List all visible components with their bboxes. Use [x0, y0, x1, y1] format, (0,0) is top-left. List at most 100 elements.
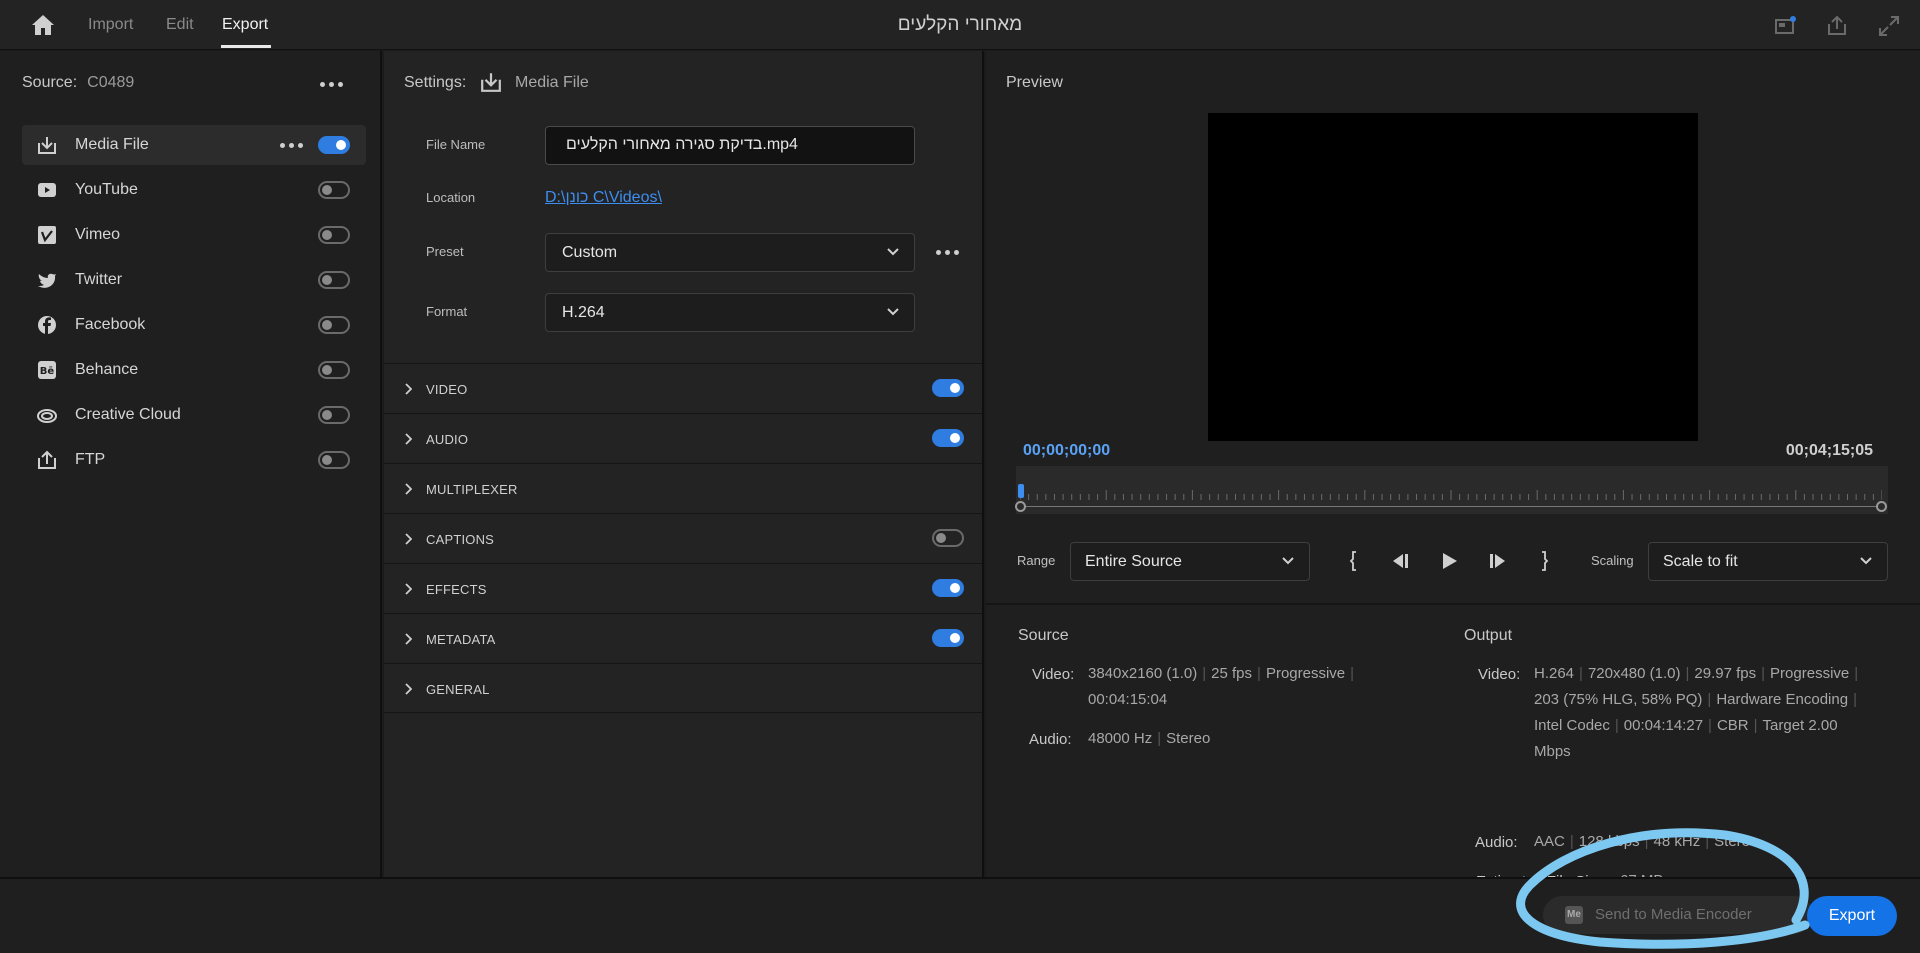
source-video-label: Video: — [1032, 666, 1075, 683]
scaling-dropdown[interactable]: Scale to fit — [1648, 542, 1888, 581]
section-label: MULTIPLEXER — [426, 482, 518, 497]
destination-label: Media File — [75, 136, 149, 153]
destination-label: Behance — [75, 361, 139, 378]
section-effects[interactable]: EFFECTS — [384, 563, 982, 613]
destination-creative-cloud[interactable]: Creative Cloud — [22, 395, 366, 435]
source-more-options-icon[interactable] — [320, 82, 343, 87]
chevron-right-icon — [405, 683, 412, 695]
media-file-more-icon[interactable] — [280, 143, 303, 148]
section-label: AUDIO — [426, 432, 469, 447]
media-file-toggle[interactable] — [318, 136, 350, 154]
send-to-media-encoder-button[interactable]: Me Send to Media Encoder — [1543, 896, 1813, 934]
info-item: 00:04:15:04 — [1088, 691, 1168, 708]
timeline-scrubber[interactable] — [1015, 466, 1888, 514]
destination-label: Creative Cloud — [75, 406, 181, 423]
play-icon[interactable] — [1437, 549, 1461, 573]
playhead[interactable] — [1018, 484, 1024, 498]
step-forward-icon[interactable] — [1485, 549, 1509, 573]
export-button[interactable]: Export — [1807, 896, 1897, 936]
fullscreen-icon[interactable] — [1877, 14, 1901, 38]
info-item: 29.97 fps — [1694, 665, 1757, 682]
section-metadata[interactable]: METADATA — [384, 613, 982, 663]
audio-toggle[interactable] — [932, 429, 964, 447]
section-captions[interactable]: CAPTIONS — [384, 513, 982, 563]
youtube-icon — [38, 183, 56, 197]
mark-in-icon[interactable] — [1342, 549, 1366, 573]
range-in-handle[interactable] — [1015, 501, 1026, 512]
destinations-panel: Source: C0489 Media File YouTube Vimeo Tw… — [0, 51, 382, 877]
info-item: AAC — [1534, 833, 1565, 850]
info-item: 720x480 (1.0) — [1587, 665, 1681, 682]
preset-dropdown[interactable]: Custom — [545, 233, 915, 272]
destination-vimeo[interactable]: Vimeo — [22, 215, 366, 255]
preview-title: Preview — [1006, 74, 1063, 91]
section-label: CAPTIONS — [426, 532, 495, 547]
section-video[interactable]: VIDEO — [384, 363, 982, 413]
section-audio[interactable]: AUDIO — [384, 413, 982, 463]
source-info-heading: Source — [1018, 627, 1069, 644]
range-track — [1020, 506, 1882, 507]
info-item: 128 kbps — [1578, 833, 1640, 850]
destination-media-file[interactable]: Media File — [22, 125, 366, 165]
video-preview — [1208, 113, 1698, 441]
range-dropdown[interactable]: Entire Source — [1070, 542, 1310, 581]
section-general[interactable]: GENERAL — [384, 663, 982, 713]
chevron-down-icon — [1282, 557, 1294, 565]
section-label: VIDEO — [426, 382, 468, 397]
destination-label: Twitter — [75, 271, 123, 288]
twitter-toggle[interactable] — [318, 271, 350, 289]
destination-facebook[interactable]: Facebook — [22, 305, 366, 345]
info-item: CBR — [1716, 717, 1749, 734]
chevron-down-icon — [1860, 557, 1872, 565]
media-file-icon — [481, 73, 501, 92]
settings-destination-name: Media File — [515, 74, 589, 91]
timecode-end: 00;04;15;05 — [1785, 442, 1873, 459]
video-toggle[interactable] — [932, 379, 964, 397]
info-item: 00:04:14:27 — [1623, 717, 1704, 734]
youtube-toggle[interactable] — [318, 181, 350, 199]
info-item: 48000 Hz — [1088, 730, 1153, 747]
output-video-label: Video: — [1478, 666, 1521, 683]
info-item: 25 fps — [1211, 665, 1253, 682]
facebook-icon — [38, 316, 56, 334]
behance-toggle[interactable] — [318, 361, 350, 379]
creative-cloud-toggle[interactable] — [318, 406, 350, 424]
range-out-handle[interactable] — [1876, 501, 1887, 512]
destination-twitter[interactable]: Twitter — [22, 260, 366, 300]
facebook-toggle[interactable] — [318, 316, 350, 334]
ftp-toggle[interactable] — [318, 451, 350, 469]
info-item: Progressive — [1265, 665, 1346, 682]
destination-ftp[interactable]: FTP — [22, 440, 366, 480]
quick-export-icon[interactable] — [1773, 14, 1797, 38]
output-info-heading: Output — [1464, 627, 1513, 644]
metadata-toggle[interactable] — [932, 629, 964, 647]
format-value: H.264 — [562, 304, 605, 321]
info-item: 3840x2160 (1.0) — [1088, 665, 1198, 682]
source-clip-name: C0489 — [87, 74, 135, 91]
preset-more-options-icon[interactable] — [936, 250, 959, 255]
vimeo-toggle[interactable] — [318, 226, 350, 244]
info-item: Target 2.00 — [1762, 717, 1838, 734]
source-heading: Source: — [22, 74, 78, 91]
file-name-value: בדיקת סגירה מאחורי הקלעים.mp4 — [566, 136, 798, 153]
timeline-ruler — [1020, 490, 1882, 500]
file-name-input[interactable]: בדיקת סגירה מאחורי הקלעים.mp4 — [545, 126, 915, 165]
vimeo-icon — [38, 226, 56, 244]
step-back-icon[interactable] — [1389, 549, 1413, 573]
location-link[interactable]: D:\כונן C\Videos\ — [545, 189, 662, 207]
scaling-label: Scaling — [1591, 553, 1634, 568]
destination-youtube[interactable]: YouTube — [22, 170, 366, 210]
settings-heading: Settings: — [404, 74, 467, 91]
info-item: Progressive — [1770, 665, 1850, 682]
captions-toggle[interactable] — [932, 529, 964, 547]
mark-out-icon[interactable] — [1532, 549, 1556, 573]
destination-behance[interactable]: Bē Behance — [22, 350, 366, 390]
range-value: Entire Source — [1085, 553, 1182, 570]
info-item: Stereo — [1714, 833, 1759, 850]
info-item: H.264 — [1534, 665, 1575, 682]
format-dropdown[interactable]: H.264 — [545, 293, 915, 332]
section-multiplexer[interactable]: MULTIPLEXER — [384, 463, 982, 513]
share-icon[interactable] — [1825, 14, 1849, 38]
output-audio-info: AAC | 128 kbps | 48 kHz | Stereo — [1534, 833, 1759, 850]
effects-toggle[interactable] — [932, 579, 964, 597]
